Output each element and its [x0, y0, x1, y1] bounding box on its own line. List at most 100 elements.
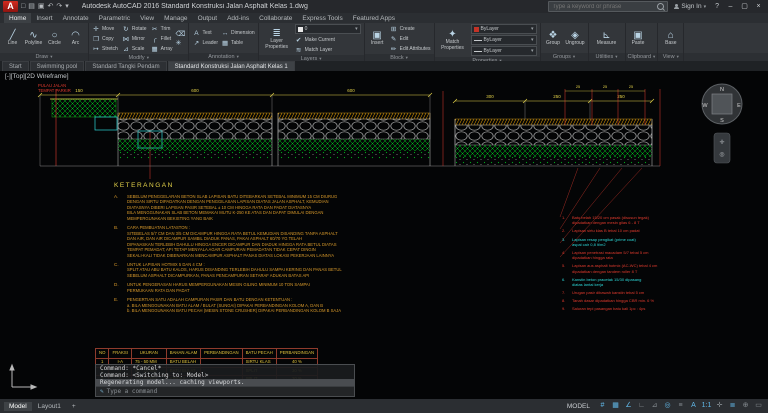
panel-label-groups[interactable]: Groups▾	[541, 53, 588, 61]
sign-in-button[interactable]: Sign In ▾	[674, 3, 706, 10]
crosshair-icon[interactable]: ✛	[714, 400, 725, 412]
file-tab[interactable]: Standard Konstruksi Jalan Asphalt Kelas …	[168, 61, 295, 71]
file-tab[interactable]: Standard Tangki Pendam	[85, 61, 166, 71]
layout-tab[interactable]: +	[67, 402, 81, 411]
file-tab[interactable]: Swimming pool	[30, 61, 85, 71]
viewcube-south[interactable]: S	[720, 118, 724, 124]
lineweight-dropdown[interactable]: ByLayer ▾	[471, 35, 537, 45]
viewcube[interactable]: N S W E	[702, 84, 742, 124]
layer-properties-button[interactable]: ≣ Layer Properties	[262, 28, 292, 50]
save-icon[interactable]: ▣	[37, 1, 46, 12]
search-icon[interactable]	[657, 3, 664, 10]
open-icon[interactable]: ▤	[27, 1, 36, 12]
ribbon-tab[interactable]: Home	[4, 13, 31, 23]
annotation-tool-button[interactable]: ↔ Dimension	[221, 29, 255, 38]
panel-label-modify[interactable]: Modify▾	[89, 54, 188, 61]
explode-icon[interactable]: ✳	[176, 39, 186, 47]
paste-button[interactable]: ▣ Paste	[629, 30, 648, 47]
ucs-icon[interactable]	[10, 365, 36, 389]
modify-tool-button[interactable]: ✂ Trim	[151, 24, 173, 33]
group-tool-button[interactable]: ◈ Ungroup	[566, 30, 585, 47]
block-tool-button[interactable]: ⊞ Create	[390, 24, 431, 33]
isodraft-icon[interactable]: ⊿	[649, 400, 660, 412]
ribbon-tab[interactable]: Annotate	[58, 13, 94, 23]
application-menu-button[interactable]: A	[3, 1, 18, 12]
object-color-dropdown[interactable]: ByLayer ▾	[471, 24, 537, 34]
modify-tool-button[interactable]: ⊿ Scale	[122, 44, 147, 53]
undo-icon[interactable]: ↶	[46, 1, 54, 12]
erase-icon[interactable]: ⌫	[176, 30, 186, 38]
base-view-button[interactable]: ⌂ Base	[661, 30, 680, 47]
viewcube-north[interactable]: N	[720, 87, 724, 93]
match-properties-button[interactable]: ✦ Match Properties	[438, 29, 468, 51]
help-icon[interactable]: ?	[712, 3, 722, 10]
ribbon-tab[interactable]: Featured Apps	[348, 13, 400, 23]
navigation-bar[interactable]: ✛ ◎	[714, 133, 730, 163]
ribbon-tab[interactable]: Parametric	[94, 13, 135, 23]
draw-tool-button[interactable]: ◠ Arc	[66, 30, 85, 47]
snap-icon[interactable]: ▦	[610, 400, 621, 412]
customization-icon[interactable]: ≣	[727, 400, 738, 412]
ribbon-tab[interactable]: Add-ins	[222, 13, 254, 23]
annotation-tool-button[interactable]: A Text	[192, 29, 218, 38]
model-indicator[interactable]: MODEL	[567, 403, 590, 410]
block-tool-button[interactable]: ✎ Edit	[390, 34, 431, 43]
panel-label-annotation[interactable]: Annotation▾	[189, 53, 257, 61]
layout-tab[interactable]: Model	[4, 402, 32, 411]
block-tool-button[interactable]: ✏ Edit Attributes	[390, 44, 431, 53]
modify-tool-button[interactable]: ↻ Rotate	[122, 24, 147, 33]
modify-tool-button[interactable]: ✛ Move	[92, 24, 118, 33]
linetype-dropdown[interactable]: ByLayer ▾	[471, 46, 537, 56]
panel-label-block[interactable]: Block▾	[365, 54, 434, 61]
customize-quick-access-icon[interactable]: ▾	[64, 1, 70, 12]
panel-label-draw[interactable]: Draw▾	[0, 53, 88, 61]
modify-tool-button[interactable]: ╭ Fillet	[151, 34, 173, 43]
modify-tool-button[interactable]: ↦ Stretch	[92, 44, 118, 53]
ribbon-tab[interactable]: View	[135, 13, 159, 23]
annotation-tool-button[interactable]: ↗ Leader	[192, 39, 218, 48]
minimize-button[interactable]: –	[724, 1, 737, 13]
panel-label-view[interactable]: View▾	[658, 53, 683, 61]
measure-button[interactable]: ⊾ Measure	[592, 30, 622, 47]
panel-label-clipboard[interactable]: Clipboard▾	[626, 53, 658, 61]
ribbon-tab[interactable]: Insert	[31, 13, 57, 23]
layer-dropdown[interactable]: 0 ▾	[295, 24, 361, 34]
viewport-controls[interactable]: [-][Top][2D Wireframe]	[5, 73, 69, 80]
clean-screen-icon[interactable]: ▭	[753, 400, 764, 412]
match-layer-button[interactable]: ≋ Match Layer	[295, 45, 361, 54]
ribbon-tab[interactable]: Output	[193, 13, 223, 23]
viewcube-west[interactable]: W	[702, 103, 708, 109]
annotation-scale-icon[interactable]: 1:1	[701, 400, 712, 412]
lineweight-icon[interactable]: ≡	[675, 400, 686, 412]
ortho-icon[interactable]: ∟	[636, 400, 647, 412]
annotation-visibility-icon[interactable]: A	[688, 400, 699, 412]
geolocation-icon[interactable]: ⊕	[740, 400, 751, 412]
annotation-tool-button[interactable]: ▦ Table	[221, 39, 255, 48]
viewcube-east[interactable]: E	[737, 103, 741, 109]
group-tool-button[interactable]: ❖ Group	[544, 30, 563, 47]
ribbon-tab[interactable]: Manage	[159, 13, 193, 23]
new-icon[interactable]: □	[20, 1, 26, 12]
grid-icon[interactable]: #	[597, 400, 608, 412]
search-input[interactable]	[552, 4, 655, 10]
polar-tracking-icon[interactable]: ∠	[623, 400, 634, 412]
modify-tool-button[interactable]: ▦ Array	[151, 44, 173, 53]
draw-tool-button[interactable]: ╱ Line	[3, 30, 22, 47]
ribbon-tab[interactable]: Collaborate	[254, 13, 297, 23]
pan-icon[interactable]: ✛	[719, 139, 724, 146]
command-window[interactable]: Command: *Cancel*Command: <Switching to:…	[95, 364, 355, 397]
ribbon-tab[interactable]: Express Tools	[297, 13, 347, 23]
modify-tool-button[interactable]: ❐ Copy	[92, 34, 118, 43]
make-current-button[interactable]: ✔ Make Current	[295, 35, 361, 44]
redo-icon[interactable]: ↷	[55, 1, 63, 12]
layout-tab[interactable]: Layout1	[33, 402, 66, 411]
restore-button[interactable]: ▢	[738, 1, 751, 13]
draw-tool-button[interactable]: ∿ Polyline	[24, 30, 43, 47]
insert-block-button[interactable]: ▣ Insert	[368, 30, 387, 47]
drawing-area[interactable]: [-][Top][2D Wireframe]	[0, 71, 768, 399]
close-button[interactable]: ×	[752, 1, 765, 13]
file-tab[interactable]: Start	[2, 61, 29, 71]
draw-tool-button[interactable]: ○ Circle	[45, 30, 64, 47]
panel-label-utilities[interactable]: Utilities▾	[589, 53, 625, 61]
modify-tool-button[interactable]: ⋈ Mirror	[122, 34, 147, 43]
